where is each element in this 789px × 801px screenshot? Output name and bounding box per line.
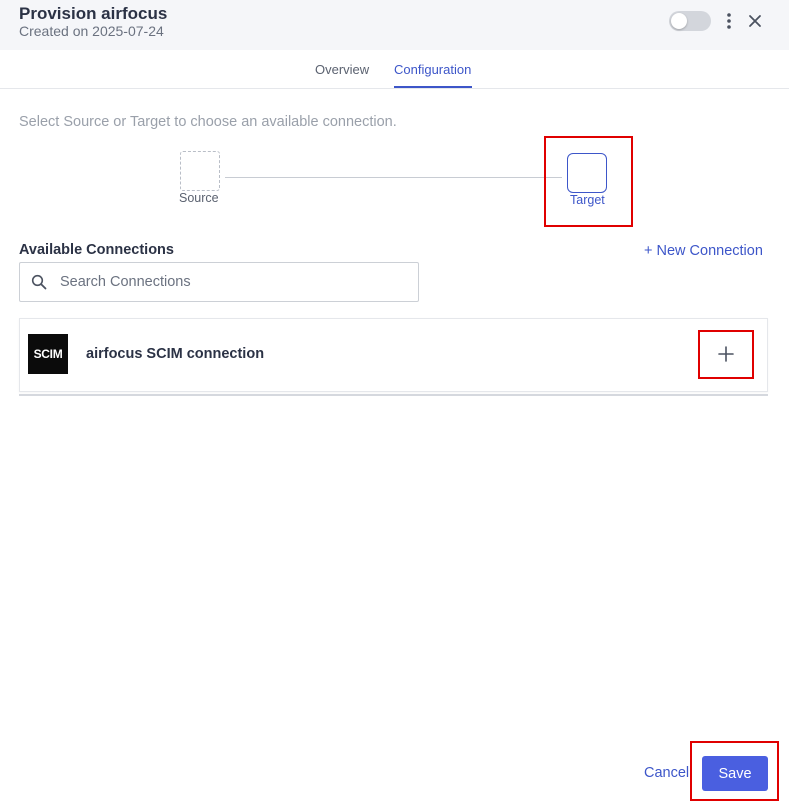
plus-icon[interactable] bbox=[711, 339, 741, 369]
new-connection-link[interactable]: + New Connection bbox=[644, 243, 763, 259]
search-icon bbox=[31, 274, 47, 290]
source-label: Source bbox=[179, 191, 219, 205]
close-icon[interactable] bbox=[745, 11, 765, 31]
search-input[interactable] bbox=[60, 271, 400, 293]
tab-configuration[interactable]: Configuration bbox=[394, 62, 471, 77]
more-vertical-icon[interactable] bbox=[720, 11, 738, 31]
flow-connector-line bbox=[225, 177, 562, 178]
connection-list-divider bbox=[19, 394, 768, 396]
tab-overview[interactable]: Overview bbox=[315, 62, 369, 77]
available-connections-title: Available Connections bbox=[19, 242, 174, 258]
cancel-button[interactable]: Cancel bbox=[644, 765, 689, 781]
drawer-header: Provision airfocus Created on 2025-07-24 bbox=[0, 0, 789, 50]
save-button[interactable]: Save bbox=[702, 756, 768, 791]
search-field bbox=[19, 262, 419, 302]
scim-logo: SCIM bbox=[28, 334, 68, 374]
connection-item[interactable]: SCIM airfocus SCIM connection bbox=[19, 318, 768, 392]
tab-bar: Overview Configuration bbox=[0, 50, 789, 89]
enable-toggle[interactable] bbox=[669, 11, 711, 31]
instruction-text: Select Source or Target to choose an ava… bbox=[19, 114, 397, 130]
connection-name: airfocus SCIM connection bbox=[86, 346, 265, 362]
target-node[interactable] bbox=[567, 153, 607, 193]
source-node[interactable] bbox=[180, 151, 220, 191]
target-label: Target bbox=[570, 193, 605, 207]
toggle-knob bbox=[671, 13, 687, 29]
active-tab-indicator bbox=[394, 86, 472, 88]
created-date: Created on 2025-07-24 bbox=[19, 23, 164, 39]
page-title: Provision airfocus bbox=[19, 4, 168, 23]
